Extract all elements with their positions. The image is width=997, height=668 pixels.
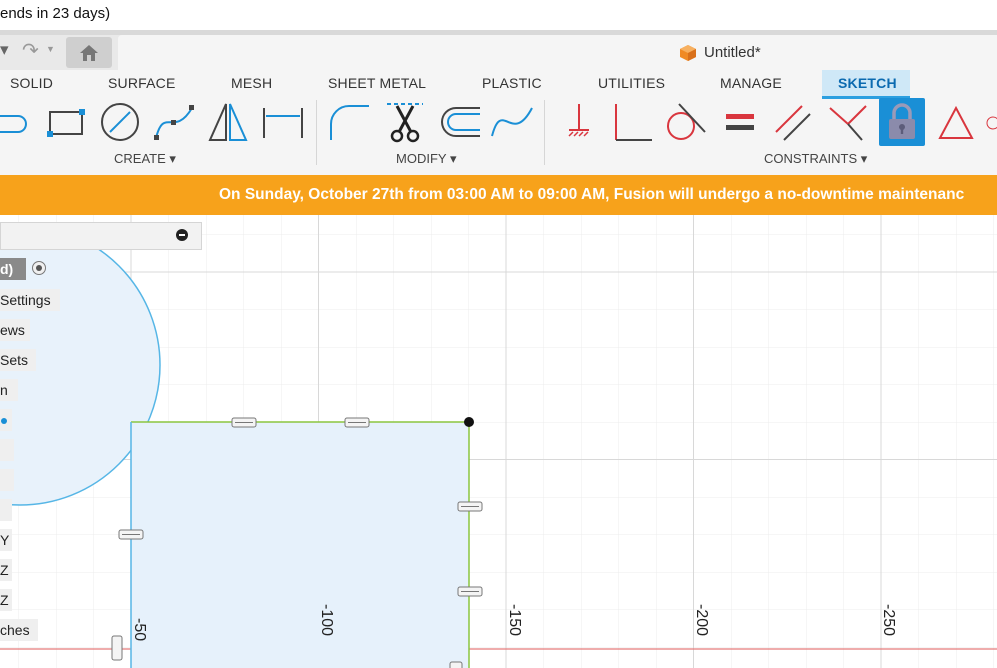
design-file-icon	[680, 45, 696, 61]
circle-icon	[101, 103, 139, 141]
mirror-triangle-icon	[208, 103, 248, 141]
browser-item[interactable]: n	[0, 379, 18, 401]
tangent-icon	[667, 103, 706, 140]
tab-solid[interactable]: SOLID	[10, 75, 53, 91]
tab-mesh[interactable]: MESH	[231, 75, 272, 91]
symmetry-tool-button[interactable]	[982, 98, 997, 146]
fillet-icon	[330, 105, 369, 140]
home-button[interactable]	[66, 37, 112, 68]
browser-item[interactable]	[0, 409, 12, 431]
home-icon	[80, 44, 98, 61]
perpendicular-tool-button[interactable]	[610, 98, 654, 146]
browser-item[interactable]: ches	[0, 619, 38, 641]
create-label: CREATE	[114, 151, 166, 166]
constraints-label: CONSTRAINTS	[764, 151, 858, 166]
curvature-icon	[986, 116, 997, 130]
browser-item[interactable]: Y	[0, 529, 12, 551]
browser-item[interactable]	[0, 499, 12, 521]
toolbar-separator	[544, 100, 545, 165]
axis-tick-label: -50	[131, 618, 148, 641]
modify-group-label[interactable]: MODIFY ▾	[396, 151, 456, 167]
equal-icon	[726, 114, 754, 130]
sketch-rectangle-profile[interactable]	[131, 422, 469, 668]
redo-dropdown-icon[interactable]: ▼	[46, 44, 55, 54]
tab-surface[interactable]: SURFACE	[108, 75, 176, 91]
browser-item[interactable]: Settings	[0, 289, 60, 311]
tab-sheet-metal[interactable]: SHEET METAL	[328, 75, 426, 91]
tab-utilities[interactable]: UTILITIES	[598, 75, 665, 91]
line-tool-button[interactable]	[0, 98, 38, 146]
parallel-tool-button[interactable]	[772, 98, 816, 146]
browser-active-item[interactable]: d)	[0, 258, 26, 280]
equal-tool-button[interactable]	[718, 98, 762, 146]
trim-icon	[387, 103, 423, 143]
fix-tool-button[interactable]	[557, 98, 601, 146]
rectangle-tool-button[interactable]	[44, 98, 88, 146]
document-title: Untitled*	[704, 44, 761, 61]
document-tab[interactable]	[118, 35, 997, 70]
parallel-icon	[775, 105, 811, 141]
offset-icon	[441, 107, 480, 137]
offset-tool-button[interactable]	[438, 98, 482, 146]
browser-item[interactable]: Sets	[0, 349, 36, 371]
tangent-tool-button[interactable]	[663, 98, 707, 146]
browser-item[interactable]	[0, 439, 14, 461]
redo-icon[interactable]: ↷	[22, 38, 39, 63]
line-icon	[0, 115, 27, 133]
lock-icon	[889, 103, 915, 139]
tab-manage[interactable]: MANAGE	[720, 75, 782, 91]
rectangle-icon	[47, 109, 85, 137]
tab-sketch[interactable]: SKETCH	[838, 75, 897, 91]
spline-edit-tool-button[interactable]	[490, 98, 534, 146]
triangle-tool-button[interactable]	[934, 98, 978, 146]
browser-item[interactable]: Z	[0, 559, 12, 581]
perpendicular-icon	[615, 104, 652, 141]
trial-text: ends in 23 days)	[0, 5, 111, 22]
circle-tool-button[interactable]	[98, 98, 142, 146]
triangle-icon	[938, 105, 974, 139]
browser-collapse-icon[interactable]	[176, 229, 188, 241]
mirror-tool-button[interactable]	[206, 98, 250, 146]
coincident-icon	[829, 105, 867, 141]
create-group-label[interactable]: CREATE ▾	[114, 151, 176, 167]
axis-tick-label: -150	[506, 604, 523, 636]
maintenance-banner-text: On Sunday, October 27th from 03:00 AM to…	[219, 186, 965, 203]
browser-item[interactable]	[0, 469, 14, 491]
lock-tool-button[interactable]	[879, 98, 925, 146]
axis-tick-label: -100	[318, 604, 335, 636]
tab-plastic[interactable]: PLASTIC	[482, 75, 542, 91]
spline-icon	[154, 105, 194, 140]
dimension-icon	[263, 108, 303, 138]
browser-item[interactable]: ews	[0, 319, 30, 341]
axis-tick-label: -250	[880, 604, 897, 636]
coincident-tool-button[interactable]	[826, 98, 870, 146]
spline-tool-button[interactable]	[152, 98, 196, 146]
browser-panel-header	[0, 222, 202, 250]
visibility-icon	[1, 418, 7, 425]
trial-bar	[0, 0, 997, 30]
sketch-point[interactable]	[464, 417, 474, 427]
sketch-canvas[interactable]: -50 -100 -150 -200 -250	[0, 215, 997, 668]
trim-tool-button[interactable]	[383, 98, 427, 146]
browser-item[interactable]: Z	[0, 589, 12, 611]
fix-icon	[568, 104, 589, 137]
spline-edit-icon	[491, 107, 533, 137]
axis-tick-label: -200	[693, 604, 710, 636]
toolbar-separator	[316, 100, 317, 165]
constraints-group-label[interactable]: CONSTRAINTS ▾	[764, 151, 867, 167]
modify-label: MODIFY	[396, 151, 447, 166]
fillet-tool-button[interactable]	[327, 98, 371, 146]
undo-dropdown-icon[interactable]: ▾	[0, 40, 9, 60]
active-component-radio[interactable]	[32, 261, 46, 275]
dimension-tool-button[interactable]	[261, 98, 305, 146]
